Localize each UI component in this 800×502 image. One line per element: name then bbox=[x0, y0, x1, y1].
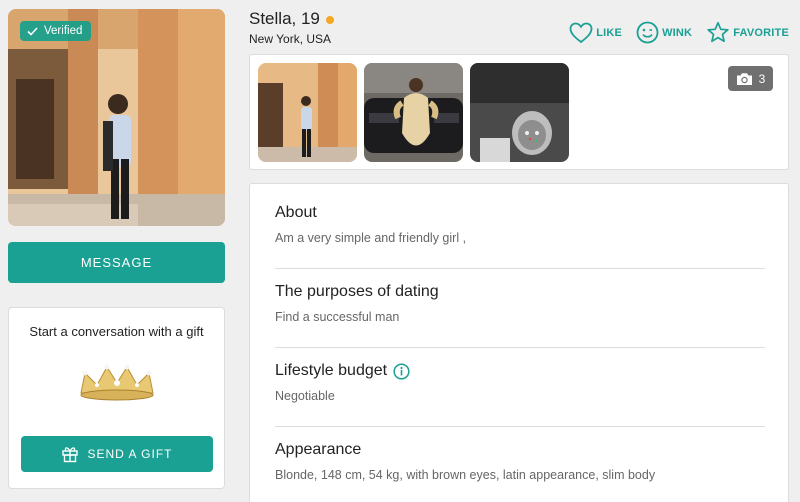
photo-thumbnail[interactable] bbox=[258, 63, 357, 162]
gift-card-title: Start a conversation with a gift bbox=[29, 324, 204, 339]
left-column: Verified MESSAGE Start a conversation wi… bbox=[8, 9, 225, 489]
info-icon[interactable] bbox=[393, 362, 410, 380]
profile-details-card: About Am a very simple and friendly girl… bbox=[249, 183, 789, 502]
wink-button[interactable]: WINK bbox=[636, 21, 692, 44]
about-section: About Am a very simple and friendly girl… bbox=[275, 204, 765, 245]
photo-thumbnail-image bbox=[258, 63, 357, 162]
photo-count: 3 bbox=[758, 71, 766, 86]
verified-badge: Verified bbox=[20, 21, 92, 41]
wink-label: WINK bbox=[662, 26, 693, 39]
star-icon bbox=[707, 21, 729, 43]
profile-location: New York, USA bbox=[249, 32, 332, 46]
section-text: Blonde, 148 cm, 54 kg, with brown eyes, … bbox=[275, 468, 656, 482]
send-gift-label: SEND A GIFT bbox=[87, 447, 173, 461]
check-icon bbox=[27, 26, 38, 36]
divider bbox=[275, 268, 765, 269]
section-title: Appearance bbox=[275, 441, 362, 458]
profile-actions: LIKE WINK FAVORITE bbox=[569, 21, 789, 44]
divider bbox=[275, 347, 765, 348]
crown-image bbox=[80, 364, 154, 401]
lifestyle-budget-section: Lifestyle budget Negotiable bbox=[275, 362, 765, 403]
profile-name: Stella, 19 bbox=[249, 9, 320, 28]
section-title: About bbox=[275, 204, 317, 221]
heart-icon bbox=[569, 22, 593, 43]
camera-icon bbox=[736, 72, 752, 85]
online-status-dot bbox=[325, 16, 334, 24]
message-button[interactable]: MESSAGE bbox=[8, 242, 225, 283]
profile-photo[interactable]: Verified bbox=[8, 9, 225, 226]
photos-card: 3 bbox=[249, 54, 789, 170]
favorite-label: FAVORITE bbox=[733, 26, 789, 39]
gift-card: Start a conversation with a gift SEND A … bbox=[8, 307, 225, 489]
section-text: Negotiable bbox=[275, 389, 335, 403]
section-title: The purposes of dating bbox=[275, 283, 439, 300]
profile-header: Stella, 19 bbox=[249, 9, 334, 29]
photo-count-badge[interactable]: 3 bbox=[728, 66, 773, 91]
appearance-section: Appearance Blonde, 148 cm, 54 kg, with b… bbox=[275, 441, 765, 482]
send-gift-button[interactable]: SEND A GIFT bbox=[21, 436, 213, 472]
verified-label: Verified bbox=[44, 25, 83, 37]
photo-thumbnail[interactable] bbox=[364, 63, 463, 162]
wink-smiley-icon bbox=[636, 21, 659, 44]
photo-thumbnail-image bbox=[364, 63, 463, 162]
like-label: LIKE bbox=[596, 26, 623, 39]
divider bbox=[275, 426, 765, 427]
favorite-button[interactable]: FAVORITE bbox=[706, 21, 789, 44]
section-text: Find a successful man bbox=[275, 310, 400, 324]
gift-icon bbox=[62, 447, 79, 463]
photo-thumbnail-image bbox=[470, 63, 569, 162]
section-title: Lifestyle budget bbox=[275, 362, 388, 379]
purposes-section: The purposes of dating Find a successful… bbox=[275, 283, 765, 324]
photo-thumbnail[interactable] bbox=[470, 63, 569, 162]
section-title-row: Lifestyle budget bbox=[275, 362, 765, 380]
profile-photo-image bbox=[8, 9, 225, 226]
section-text: Am a very simple and friendly girl , bbox=[275, 231, 467, 245]
like-button[interactable]: LIKE bbox=[569, 22, 622, 44]
